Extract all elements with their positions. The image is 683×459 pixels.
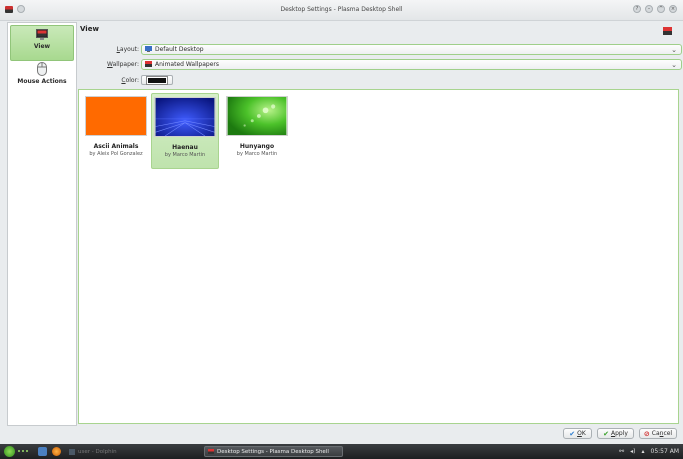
wallpaper-author: by Marco Martin	[236, 151, 278, 157]
folder-icon	[69, 448, 75, 455]
color-swatch	[146, 75, 168, 85]
help-icon[interactable]: ?	[633, 5, 641, 13]
activity-dots[interactable]	[18, 450, 28, 452]
layout-select[interactable]: Default Desktop ⌄	[141, 43, 682, 55]
minimize-icon[interactable]: –	[645, 5, 653, 13]
wallpaper-select[interactable]: Animated Wallpapers ⌄	[141, 58, 682, 70]
monitor-wallpaper-icon	[36, 29, 48, 40]
desktop-icon	[145, 46, 152, 52]
wallpaper-item-haenau[interactable]: Haenau by Marco Martin	[151, 93, 219, 169]
wallpaper-name: Ascii Animals	[93, 143, 139, 150]
apply-button[interactable]: ✔ Apply	[597, 428, 634, 439]
settings-sidebar: View Mouse Actions	[7, 22, 77, 426]
cancel-label: Cancel	[651, 430, 673, 437]
sidebar-item-view[interactable]: View	[10, 25, 74, 61]
wallpaper-thumbnail	[154, 97, 216, 137]
page-title: View	[80, 25, 99, 33]
browser-icon[interactable]	[52, 447, 61, 456]
wallpaper-label: Wallpaper:	[107, 60, 139, 68]
color-label: Color:	[121, 76, 139, 84]
ok-label: OK	[577, 430, 586, 437]
ok-button[interactable]: ✔ OK	[563, 428, 592, 439]
wallpaper-icon	[145, 61, 152, 67]
volume-icon[interactable]: ◂)	[630, 448, 635, 455]
layout-label: Layout:	[116, 45, 139, 53]
apply-label: Apply	[610, 430, 628, 437]
taskbar: user - Dolphin Desktop Settings - Plasma…	[0, 444, 683, 459]
desktop-icon[interactable]	[38, 447, 47, 456]
monitor-wallpaper-icon	[663, 27, 672, 35]
close-icon[interactable]: ×	[669, 5, 677, 13]
maximize-icon[interactable]: ^	[657, 5, 665, 13]
color-picker-button[interactable]	[141, 75, 173, 85]
wallpaper-name: Haenau	[172, 144, 198, 151]
wallpaper-value: Animated Wallpapers	[155, 60, 219, 68]
sidebar-item-label: Mouse Actions	[17, 78, 67, 85]
task-desktop-settings[interactable]: Desktop Settings - Plasma Desktop Shell	[204, 446, 343, 457]
wallpaper-row: Wallpaper: Animated Wallpapers ⌄	[80, 58, 682, 70]
color-row: Color:	[80, 74, 173, 86]
cancel-button[interactable]: ⊘ Cancel	[639, 428, 677, 439]
window-title: Desktop Settings - Plasma Desktop Shell	[280, 6, 403, 13]
layout-row: Layout: Default Desktop ⌄	[80, 43, 682, 55]
window-titlebar[interactable]: Desktop Settings - Plasma Desktop Shell …	[0, 0, 683, 21]
wallpaper-thumbnail	[85, 96, 147, 136]
wallpaper-thumbnail	[226, 96, 288, 136]
task-label: user - Dolphin	[78, 448, 117, 455]
task-label: Desktop Settings - Plasma Desktop Shell	[217, 448, 329, 455]
chevron-down-icon: ⌄	[671, 45, 677, 54]
sidebar-item-mouse-actions[interactable]: Mouse Actions	[10, 59, 74, 99]
system-tray: ⚯ ◂) ▴ 05:57 AM	[619, 448, 679, 455]
chevron-down-icon: ⌄	[671, 60, 677, 69]
clock[interactable]: 05:57 AM	[651, 448, 679, 455]
wallpaper-name: Hunyango	[239, 143, 275, 150]
wallpaper-grid: Ascii Animals by Aleix Pol Gonzalez Haen…	[78, 89, 679, 424]
wallpaper-author: by Marco Martin	[164, 152, 206, 158]
desktop-settings-icon	[208, 449, 214, 454]
wallpaper-item-ascii-animals[interactable]: Ascii Animals by Aleix Pol Gonzalez	[82, 93, 150, 169]
check-icon: ✔	[603, 429, 609, 438]
wallpaper-author: by Aleix Pol Gonzalez	[89, 151, 143, 157]
tray-arrow-icon[interactable]: ▴	[642, 448, 645, 455]
layout-value: Default Desktop	[155, 45, 204, 53]
sidebar-item-label: View	[33, 43, 51, 50]
network-icon[interactable]: ⚯	[619, 448, 624, 455]
check-icon: ✔	[569, 429, 576, 438]
window-controls: ? – ^ ×	[633, 5, 677, 13]
mouse-icon	[37, 62, 47, 76]
wallpaper-item-hunyango[interactable]: Hunyango by Marco Martin	[223, 93, 291, 169]
task-dolphin[interactable]: user - Dolphin	[66, 446, 196, 457]
application-launcher-icon[interactable]	[4, 446, 15, 457]
cancel-icon: ⊘	[643, 429, 650, 438]
